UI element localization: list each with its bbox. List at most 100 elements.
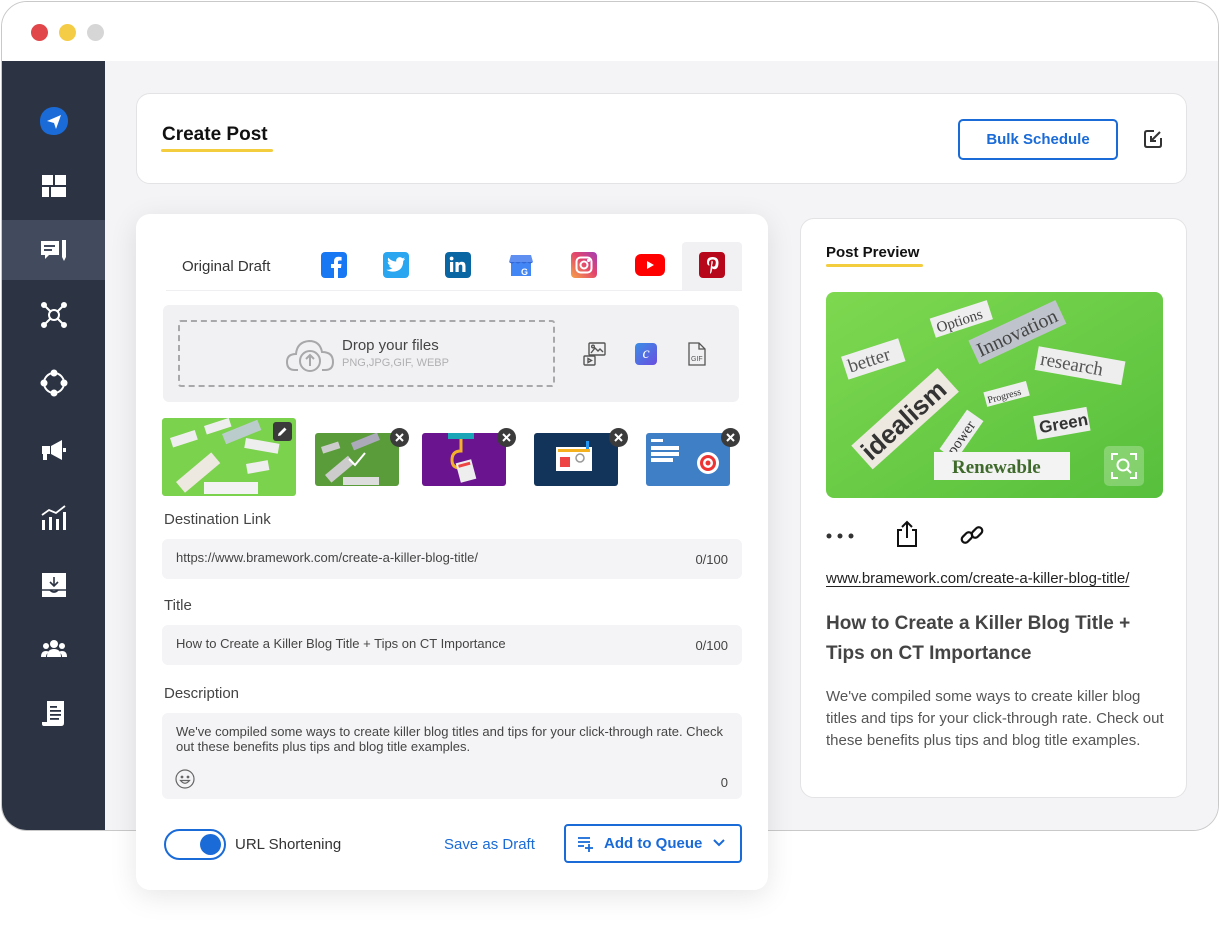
destination-link-label: Destination Link xyxy=(164,511,271,528)
analytics-chart-icon xyxy=(40,505,66,530)
sidebar-item-dashboard[interactable] xyxy=(2,156,105,216)
queue-add-icon xyxy=(578,837,593,852)
tab-instagram[interactable] xyxy=(571,252,597,278)
destination-link-input[interactable]: https://www.bramework.com/create-a-kille… xyxy=(162,539,742,579)
linkedin-icon xyxy=(449,256,466,272)
tab-facebook[interactable] xyxy=(321,252,347,278)
sidebar-item-posts[interactable] xyxy=(2,220,105,280)
sidebar-item-logo[interactable] xyxy=(2,91,105,151)
cloud-upload-icon xyxy=(285,339,335,372)
preview-headline: How to Create a Killer Blog Title + Tips… xyxy=(826,613,1131,664)
close-icon xyxy=(502,433,511,442)
sidebar-item-inbox[interactable] xyxy=(2,555,105,615)
document-scroll-icon xyxy=(41,701,64,726)
dashboard-grid-icon xyxy=(41,175,66,197)
upload-area: Drop your files PNG,JPG,GIF, WEBP c GIF xyxy=(163,305,739,402)
link-icon[interactable] xyxy=(958,521,986,549)
title-bar xyxy=(2,2,1218,61)
dropzone-formats: PNG,JPG,GIF, WEBP xyxy=(342,357,449,369)
share-icon[interactable] xyxy=(894,519,920,549)
description-count: 0 xyxy=(720,775,728,790)
sidebar-item-team[interactable] xyxy=(2,619,105,679)
thumbnail-image xyxy=(534,433,618,486)
tab-youtube[interactable] xyxy=(635,254,665,276)
bulk-schedule-button[interactable]: Bulk Schedule xyxy=(958,119,1118,160)
post-editor-card: Original Draft G Drop your files PNG,JPG… xyxy=(136,214,768,890)
toggle-knob xyxy=(200,834,221,855)
preview-title: Post Preview xyxy=(826,244,920,261)
youtube-icon xyxy=(647,261,654,269)
file-dropzone[interactable]: Drop your files PNG,JPG,GIF, WEBP xyxy=(178,320,555,387)
instagram-icon xyxy=(575,256,593,274)
close-window-button[interactable] xyxy=(31,24,48,41)
page-title-underline xyxy=(161,149,273,152)
sidebar-item-network[interactable] xyxy=(2,285,105,345)
close-icon xyxy=(395,433,404,442)
chevron-down-icon[interactable] xyxy=(712,838,726,848)
zoom-search-icon xyxy=(1111,453,1137,479)
circle-nodes-icon xyxy=(40,369,67,397)
thumbnail[interactable] xyxy=(422,433,506,486)
add-to-queue-label: Add to Queue xyxy=(604,835,703,852)
url-shortening-label: URL Shortening xyxy=(235,836,342,853)
platform-tabs: Original Draft G xyxy=(166,242,742,291)
maximize-window-button[interactable] xyxy=(87,24,104,41)
edit-thumbnail-button[interactable] xyxy=(273,422,292,441)
remove-thumbnail-button[interactable] xyxy=(609,428,628,447)
preview-image: better Options Innovation research ideal… xyxy=(826,292,1163,498)
remove-thumbnail-button[interactable] xyxy=(390,428,409,447)
more-options-icon[interactable] xyxy=(826,531,856,541)
thumbnail[interactable] xyxy=(646,433,730,486)
zoom-image-button[interactable] xyxy=(1104,446,1144,486)
export-arrow-icon[interactable] xyxy=(1142,128,1164,150)
preview-actions xyxy=(826,519,1026,551)
description-value: We've compiled some ways to create kille… xyxy=(176,724,724,754)
svg-text:GIF: GIF xyxy=(691,356,703,363)
title-input[interactable]: How to Create a Killer Blog Title + Tips… xyxy=(162,625,742,665)
close-icon xyxy=(614,433,623,442)
image-word: Renewable xyxy=(952,457,1041,478)
title-label: Title xyxy=(164,597,192,614)
sidebar-item-connections[interactable] xyxy=(2,353,105,413)
emoji-icon[interactable] xyxy=(175,769,195,789)
title-count: 0/100 xyxy=(695,638,728,653)
google-business-icon: G xyxy=(509,255,533,277)
media-library-icon[interactable] xyxy=(582,341,608,367)
tab-linkedin[interactable] xyxy=(445,252,471,278)
minimize-window-button[interactable] xyxy=(59,24,76,41)
megaphone-icon xyxy=(41,440,66,460)
url-shortening-toggle[interactable] xyxy=(164,829,226,860)
remove-thumbnail-button[interactable] xyxy=(721,428,740,447)
inbox-download-icon xyxy=(41,573,66,597)
network-hub-icon xyxy=(40,302,67,328)
team-users-icon xyxy=(40,640,67,657)
svg-text:G: G xyxy=(521,267,528,277)
description-label: Description xyxy=(164,685,240,702)
save-as-draft-button[interactable]: Save as Draft xyxy=(444,836,535,853)
preview-link[interactable]: www.bramework.com/create-a-killer-blog-t… xyxy=(826,570,1129,587)
tab-google-business[interactable]: G xyxy=(508,252,534,278)
sidebar-item-analytics[interactable] xyxy=(2,488,105,548)
preview-title-underline xyxy=(826,264,923,267)
tab-original-draft[interactable]: Original Draft xyxy=(182,258,270,275)
thumbnail-image xyxy=(646,433,730,486)
pinterest-icon xyxy=(707,257,719,274)
remove-thumbnail-button[interactable] xyxy=(497,428,516,447)
thumbnail-selected[interactable] xyxy=(162,418,296,496)
media-thumbnails xyxy=(162,418,742,498)
thumbnail-image xyxy=(315,433,399,486)
facebook-icon xyxy=(331,256,342,278)
sidebar-item-reports[interactable] xyxy=(2,683,105,743)
canva-icon[interactable]: c xyxy=(635,343,657,365)
post-preview-card: Post Preview better Options Innovation r… xyxy=(800,218,1187,798)
paper-plane-icon xyxy=(39,107,68,135)
gif-icon[interactable]: GIF xyxy=(684,341,710,367)
thumbnail[interactable] xyxy=(534,433,618,486)
sidebar-item-campaigns[interactable] xyxy=(2,421,105,481)
tab-pinterest[interactable] xyxy=(699,252,725,278)
add-to-queue-button[interactable]: Add to Queue xyxy=(564,824,742,863)
description-textarea[interactable]: We've compiled some ways to create kille… xyxy=(162,713,742,799)
tab-twitter[interactable] xyxy=(383,252,409,278)
thumbnail[interactable] xyxy=(315,433,399,486)
page-title: Create Post xyxy=(162,124,268,145)
